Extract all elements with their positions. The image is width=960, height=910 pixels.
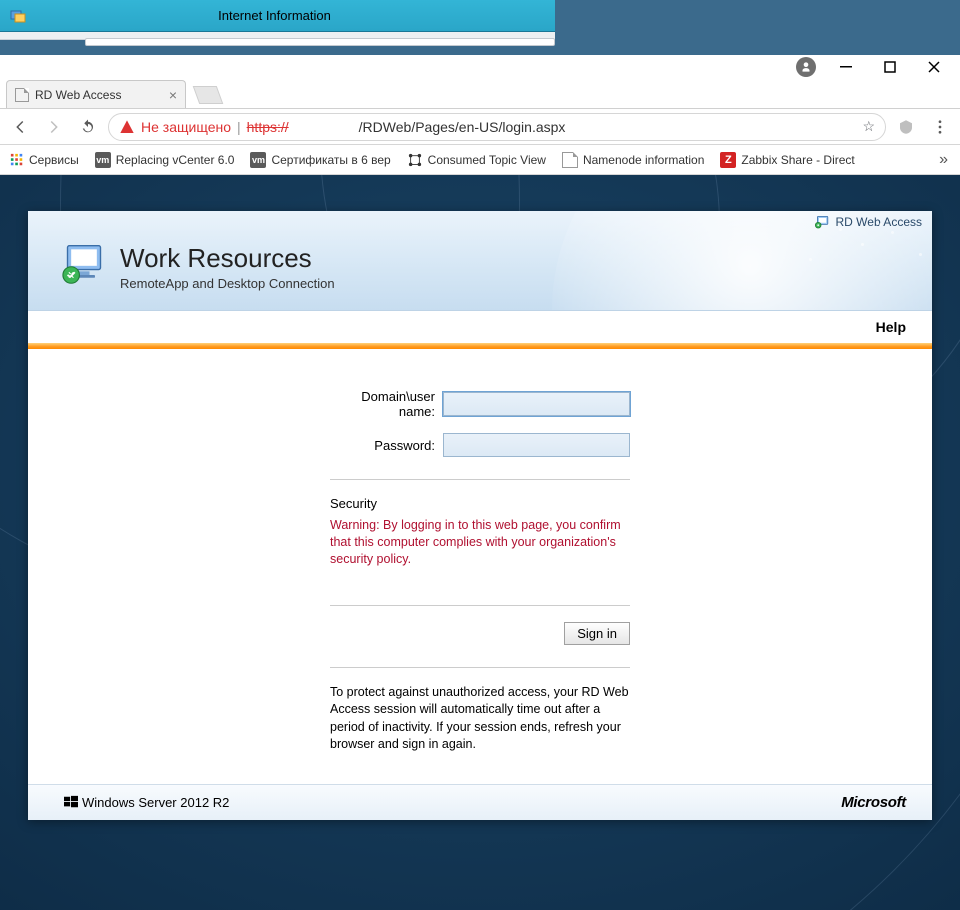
- bookmark-label: Namenode information: [583, 153, 704, 167]
- bookmark-item[interactable]: Consumed Topic View: [403, 150, 550, 170]
- window-close-button[interactable]: [912, 55, 956, 79]
- rd-badge-icon: [815, 215, 831, 229]
- profile-avatar-icon[interactable]: [796, 57, 816, 77]
- bookmark-label: Replacing vCenter 6.0: [116, 153, 235, 167]
- bookmark-item[interactable]: vm Сертификаты в 6 вер: [246, 150, 394, 170]
- username-input[interactable]: [443, 392, 630, 416]
- microsoft-logo: Microsoft: [841, 794, 906, 811]
- page-viewport: RD Web Access Work Resources Remot: [0, 175, 960, 910]
- apps-grid-icon: [10, 153, 24, 167]
- iis-address-strip: [85, 38, 555, 46]
- work-resources-icon: [62, 243, 106, 285]
- rd-badge: RD Web Access: [815, 215, 922, 229]
- login-body: Domain\user name: Password: Security War…: [28, 349, 932, 784]
- divider: [330, 667, 630, 668]
- bookmark-label: Consumed Topic View: [428, 153, 546, 167]
- browser-tab[interactable]: RD Web Access ×: [6, 80, 186, 108]
- password-input[interactable]: [443, 433, 630, 457]
- bookmark-apps-label: Сервисы: [29, 153, 79, 167]
- footer-left: Windows Server 2012 R2: [64, 795, 229, 810]
- iis-title: Internet Information: [34, 8, 515, 23]
- bookmark-item[interactable]: Z Zabbix Share - Direct: [716, 150, 858, 170]
- back-button[interactable]: [6, 113, 34, 141]
- page-title: Work Resources: [120, 243, 335, 274]
- url-scheme: https://: [247, 119, 289, 135]
- chrome-menu-button[interactable]: [926, 113, 954, 141]
- omnibar: Не защищено | https:// /RDWeb/Pages/en-U…: [0, 109, 960, 145]
- favicon-icon: vm: [95, 152, 111, 168]
- tab-title: RD Web Access: [35, 88, 121, 102]
- not-secure-icon: [119, 119, 135, 135]
- bookmark-apps[interactable]: Сервисы: [6, 151, 83, 169]
- tab-strip: RD Web Access ×: [0, 79, 960, 109]
- bookmark-star-icon[interactable]: ☆: [862, 118, 875, 135]
- divider: [330, 479, 630, 480]
- iis-titlebar: Internet Information: [0, 0, 555, 32]
- url-separator: |: [237, 119, 241, 135]
- favicon-icon: vm: [250, 152, 266, 168]
- bookmark-label: Zabbix Share - Direct: [741, 153, 854, 167]
- address-bar[interactable]: Не защищено | https:// /RDWeb/Pages/en-U…: [108, 113, 886, 141]
- bookmarks-bar: Сервисы vm Replacing vCenter 6.0 vm Серт…: [0, 145, 960, 175]
- browser-window: RD Web Access × Не защищено | https:// /…: [0, 55, 960, 910]
- not-secure-label: Не защищено: [141, 119, 231, 135]
- favicon-icon: Z: [720, 152, 736, 168]
- bookmarks-overflow-button[interactable]: »: [939, 151, 954, 169]
- window-minimize-button[interactable]: [824, 55, 868, 79]
- reload-button[interactable]: [74, 113, 102, 141]
- iis-icon: [10, 8, 26, 24]
- new-tab-button[interactable]: [193, 86, 224, 104]
- login-form: Domain\user name: Password: Security War…: [330, 389, 630, 754]
- forward-button[interactable]: [40, 113, 68, 141]
- username-label: Domain\user name:: [330, 389, 443, 419]
- rd-header: RD Web Access Work Resources Remot: [28, 211, 932, 311]
- window-caption-buttons: [0, 55, 960, 79]
- bookmark-label: Сертификаты в 6 вер: [271, 153, 390, 167]
- favicon-icon: [562, 152, 578, 168]
- windows-flag-icon: [64, 795, 78, 809]
- rd-footer: Windows Server 2012 R2 Microsoft: [28, 784, 932, 820]
- rd-panel: RD Web Access Work Resources Remot: [28, 211, 932, 820]
- bookmark-item[interactable]: vm Replacing vCenter 6.0: [91, 150, 239, 170]
- extension-icon[interactable]: [892, 113, 920, 141]
- window-maximize-button[interactable]: [868, 55, 912, 79]
- help-link[interactable]: Help: [28, 311, 932, 343]
- sign-in-button[interactable]: Sign in: [564, 622, 630, 645]
- rd-badge-label: RD Web Access: [836, 215, 922, 229]
- password-label: Password:: [330, 438, 443, 453]
- timeout-notice: To protect against unauthorized access, …: [330, 684, 630, 754]
- favicon-icon: [407, 152, 423, 168]
- bookmark-item[interactable]: Namenode information: [558, 150, 708, 170]
- tab-close-button[interactable]: ×: [169, 87, 177, 103]
- security-warning: Warning: By logging in to this web page,…: [330, 517, 630, 568]
- tab-favicon-icon: [15, 88, 29, 102]
- divider: [330, 605, 630, 606]
- security-heading: Security: [330, 496, 630, 511]
- url-path: /RDWeb/Pages/en-US/login.aspx: [359, 119, 566, 135]
- page-subtitle: RemoteApp and Desktop Connection: [120, 276, 335, 291]
